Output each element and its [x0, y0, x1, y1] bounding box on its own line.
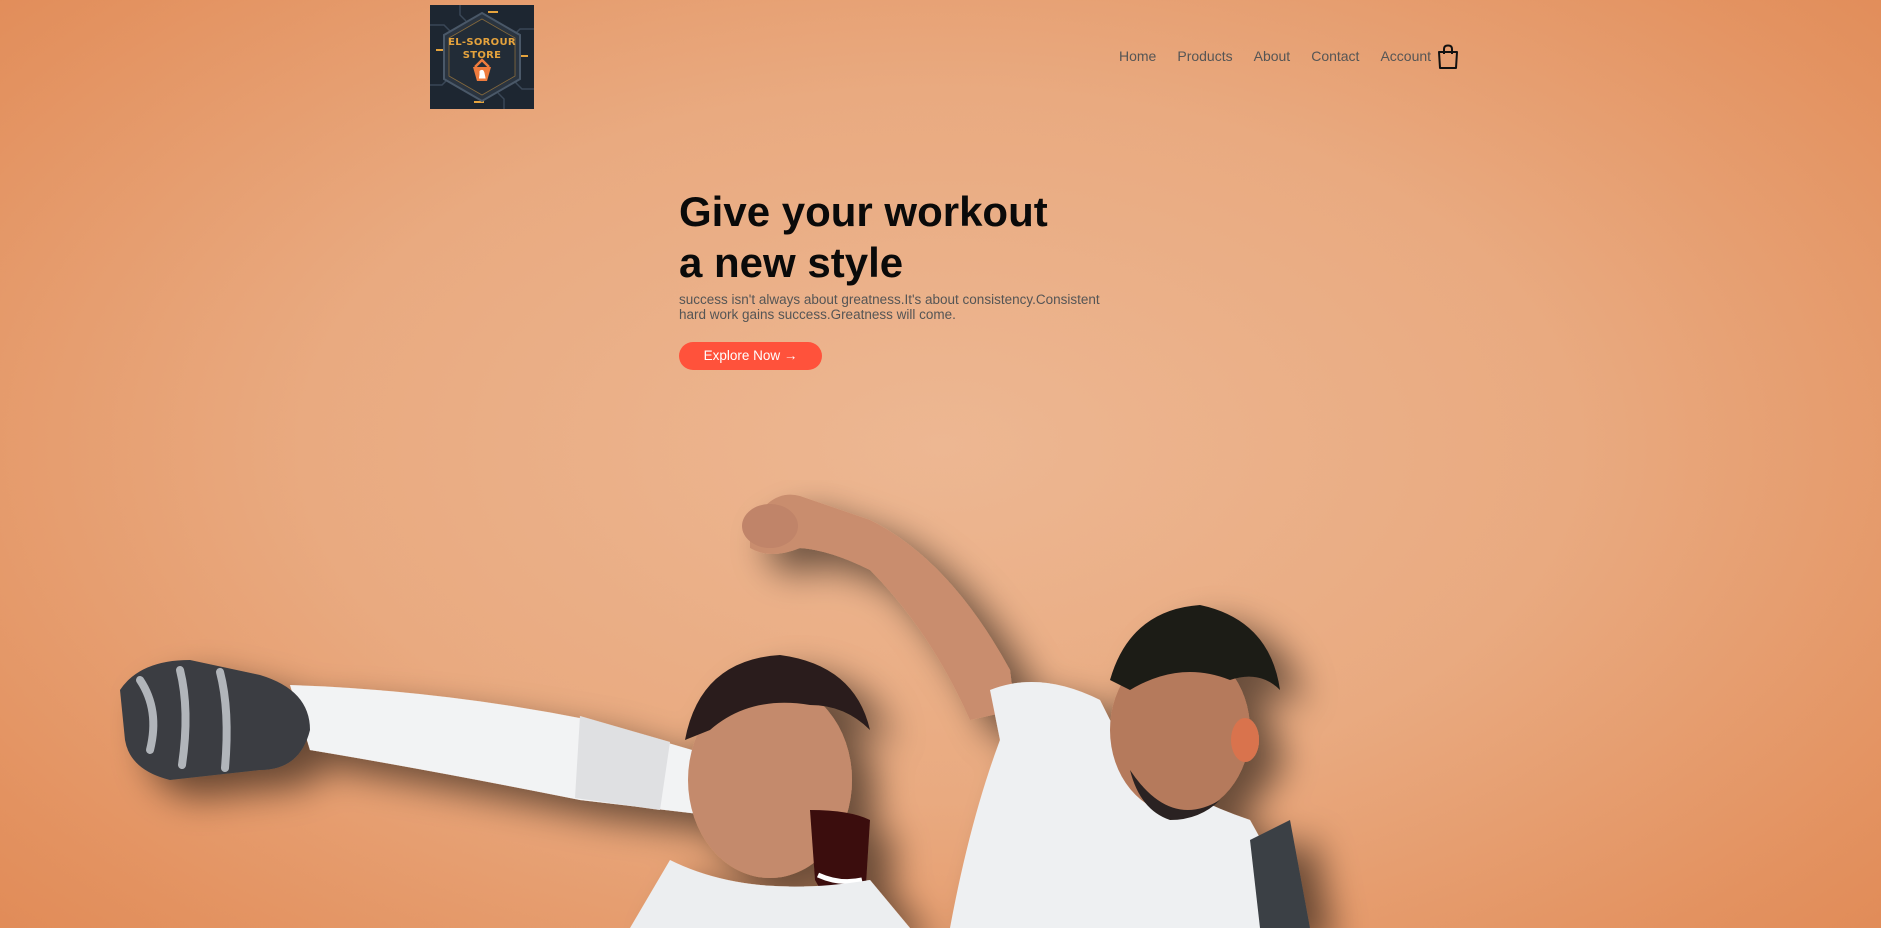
store-logo[interactable]: EL-SOROUR STORE — [430, 5, 534, 109]
shopping-bag-icon[interactable] — [1436, 44, 1460, 70]
explore-now-button[interactable]: Explore Now → — [679, 342, 822, 370]
logo-text-line1: EL-SOROUR — [448, 37, 516, 48]
nav-contact[interactable]: Contact — [1311, 48, 1359, 64]
nav-home[interactable]: Home — [1119, 48, 1156, 64]
nav-account[interactable]: Account — [1380, 48, 1431, 64]
main-nav: Home Products About Contact Account — [1119, 48, 1452, 64]
nav-about[interactable]: About — [1254, 48, 1291, 64]
hero-section: Give your workout a new style success is… — [679, 186, 1119, 322]
hero-players-image — [110, 480, 1430, 928]
logo-text-line2: STORE — [462, 50, 502, 61]
hero-title-line1: Give your workout — [679, 188, 1048, 235]
hero-subtitle: success isn't always about greatness.It'… — [679, 292, 1100, 322]
nav-products[interactable]: Products — [1177, 48, 1232, 64]
hero-title-line2: a new style — [679, 239, 904, 286]
site-header: EL-SOROUR STORE Home Products About Cont… — [0, 0, 1881, 115]
hero-title: Give your workout a new style — [679, 186, 1119, 288]
